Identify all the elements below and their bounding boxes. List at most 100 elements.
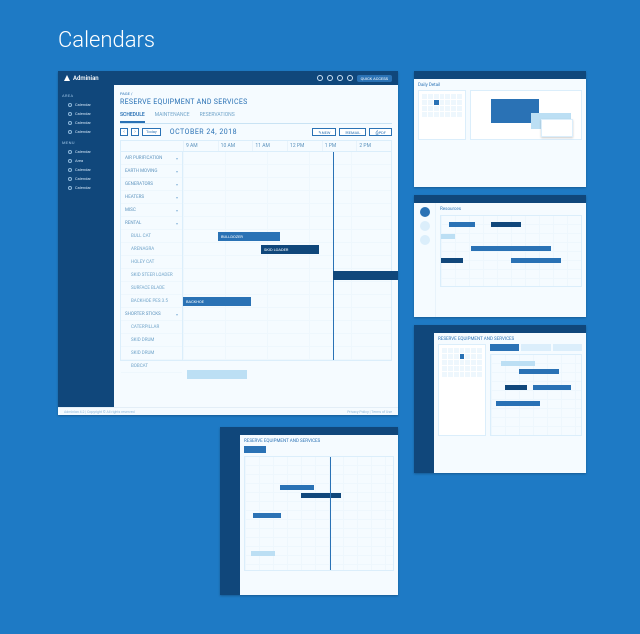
sidebar-heading-1: AREA: [62, 93, 110, 98]
sidebar-item[interactable]: Calendar: [62, 118, 110, 127]
resource-row[interactable]: AIR PURIFICATION▾: [121, 152, 182, 165]
resource-row[interactable]: ARENAGRA: [121, 243, 182, 256]
reservation-bar[interactable]: [187, 370, 247, 379]
resource-row[interactable]: HOLEY CAT: [121, 256, 182, 269]
avatar[interactable]: [420, 207, 430, 217]
sidebar-item-label: Calendar: [75, 185, 91, 190]
pdf-button[interactable]: ⎙ PDF: [369, 128, 392, 136]
resource-row[interactable]: EARTH MOVING▾: [121, 165, 182, 178]
thumb-gantt[interactable]: [490, 354, 582, 436]
view-button[interactable]: [553, 344, 582, 351]
sidebar-item[interactable]: Calendar: [62, 147, 110, 156]
nav-dot[interactable]: [420, 235, 430, 245]
bar[interactable]: [519, 369, 559, 374]
thumb-gantt[interactable]: [440, 215, 582, 287]
bar[interactable]: [441, 234, 455, 239]
bar[interactable]: [251, 551, 275, 556]
mockup-canvas: Adminian QUICK ACCESS AREA Calendar Cale…: [0, 71, 640, 631]
resource-list: AIR PURIFICATION▾ EARTH MOVING▾ GENERATO…: [121, 152, 183, 360]
today-chip[interactable]: [244, 446, 266, 453]
resource-row[interactable]: BACKHOE PES 3.5: [121, 295, 182, 308]
page-heading: RESERVE EQUIPMENT AND SERVICES: [120, 98, 392, 106]
chevron-down-icon: ▾: [176, 156, 178, 161]
prev-button[interactable]: ‹: [120, 128, 128, 136]
mini-calendar[interactable]: [418, 90, 466, 140]
bar[interactable]: [533, 385, 571, 390]
reservation-bar[interactable]: BULLDOZER: [218, 232, 280, 241]
app-footer: Adminian 4.2 | Copyright © All rights re…: [58, 407, 398, 415]
sidebar-item[interactable]: Calendar: [62, 109, 110, 118]
resource-row[interactable]: BULL CAT: [121, 230, 182, 243]
bar[interactable]: [253, 513, 281, 518]
bar[interactable]: [496, 401, 540, 406]
mini-calendar[interactable]: [438, 344, 486, 436]
bar[interactable]: [301, 493, 341, 498]
resource-label: SKID DRUM: [131, 338, 154, 343]
resource-row[interactable]: RENTAL▾: [121, 217, 182, 230]
chevron-down-icon: ▾: [176, 169, 178, 174]
brand[interactable]: Adminian: [64, 75, 99, 82]
help-icon[interactable]: [337, 75, 343, 81]
footer-right[interactable]: Privacy Policy | Terms of Use: [347, 410, 392, 414]
bar[interactable]: [501, 361, 535, 366]
resource-row[interactable]: SKID STEER LOADER: [121, 269, 182, 282]
thumb-heading: Daily Detail: [418, 83, 582, 88]
screenshot-thumb-3: RESERVE EQUIPMENT AND SERVICES: [414, 325, 586, 473]
resource-label: RENTAL: [125, 221, 141, 226]
reservation-bar[interactable]: BACKHOE: [183, 297, 251, 306]
sidebar-item[interactable]: Calendar: [62, 183, 110, 192]
resource-row[interactable]: GENERATORS▾: [121, 178, 182, 191]
resource-label: MISC: [125, 208, 136, 213]
today-button[interactable]: Today: [142, 128, 161, 136]
sidebar-item[interactable]: Calendar: [62, 165, 110, 174]
resource-row[interactable]: HEATERS▾: [121, 191, 182, 204]
thumb-sidebar: [414, 333, 434, 473]
quick-access-button[interactable]: QUICK ACCESS: [357, 75, 392, 82]
search-icon[interactable]: [317, 75, 323, 81]
breadcrumb[interactable]: PAGE /: [120, 91, 392, 96]
popover[interactable]: [541, 119, 573, 137]
sidebar-item-label: Calendar: [75, 111, 91, 116]
reservation-bar[interactable]: [333, 271, 398, 280]
sidebar-item[interactable]: Area: [62, 156, 110, 165]
next-button[interactable]: ›: [131, 128, 139, 136]
bar[interactable]: [441, 258, 463, 263]
email-button[interactable]: ✉ EMAIL: [339, 128, 366, 136]
add-icon[interactable]: [327, 75, 333, 81]
bell-icon[interactable]: [347, 75, 353, 81]
timeline-header: 9 AM 10 AM 11 AM 12 PM 1 PM 2 PM: [120, 140, 392, 151]
resource-label: SHORTER STICKS: [125, 312, 161, 317]
nav-dot[interactable]: [420, 221, 430, 231]
new-button[interactable]: ✎ NEW: [312, 128, 336, 136]
bar[interactable]: [505, 385, 527, 390]
sidebar-item[interactable]: Calendar: [62, 174, 110, 183]
view-button[interactable]: [521, 344, 550, 351]
bar[interactable]: [280, 485, 314, 490]
resource-row[interactable]: SKID DRUM: [121, 347, 182, 360]
tab-reservations[interactable]: RESERVATIONS: [200, 112, 235, 123]
resource-row[interactable]: SHORTER STICKS▾: [121, 308, 182, 321]
resource-row[interactable]: SURFACE BLADE: [121, 282, 182, 295]
resource-row[interactable]: MISC▾: [121, 204, 182, 217]
resource-label: BACKHOE PES 3.5: [131, 299, 168, 304]
timeline-grid[interactable]: BULLDOZER SKID LOADER BACKHOE: [183, 152, 391, 360]
view-button[interactable]: [490, 344, 519, 351]
resource-row[interactable]: BOBCAT: [121, 360, 182, 373]
tab-schedule[interactable]: SCHEDULE: [120, 112, 145, 123]
gantt: AIR PURIFICATION▾ EARTH MOVING▾ GENERATO…: [120, 151, 392, 361]
bar[interactable]: [449, 222, 475, 227]
bar[interactable]: [511, 258, 561, 263]
resource-row[interactable]: CATERPILLAR: [121, 321, 182, 334]
bar[interactable]: [491, 222, 521, 227]
reservation-bar[interactable]: SKID LOADER: [261, 245, 319, 254]
sidebar-item[interactable]: Calendar: [62, 100, 110, 109]
resource-row[interactable]: SKID DRUM: [121, 334, 182, 347]
thumb-gantt[interactable]: [244, 456, 394, 571]
gear-icon: [68, 121, 72, 125]
resource-label: GENERATORS: [125, 182, 153, 187]
bar[interactable]: [471, 246, 551, 251]
chevron-down-icon: ▾: [176, 195, 178, 200]
sidebar-item[interactable]: Calendar: [62, 127, 110, 136]
tab-maintenance[interactable]: MAINTENANCE: [155, 112, 190, 123]
resource-label: SKID DRUM: [131, 351, 154, 356]
